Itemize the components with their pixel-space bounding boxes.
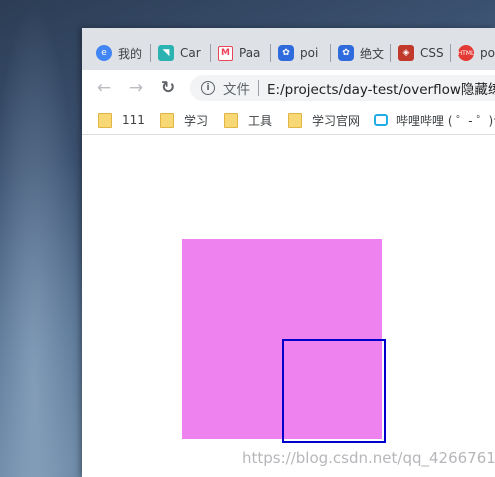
folder-icon xyxy=(98,112,112,128)
tab-label: 我的 xyxy=(118,46,142,61)
bilibili-icon xyxy=(374,114,388,126)
back-button[interactable]: ← xyxy=(94,78,114,98)
tab-label: CSS xyxy=(420,46,444,60)
m-logo-icon: M xyxy=(218,45,233,61)
bookmark-study-sites[interactable]: 学习官网 xyxy=(288,112,360,128)
inner-bordered-box xyxy=(282,339,386,443)
bookmark-label: 111 xyxy=(122,113,145,127)
baidu-paw-icon: ✿ xyxy=(338,45,354,61)
bookmark-label: 学习官网 xyxy=(312,113,361,128)
bookmark-tools[interactable]: 工具 xyxy=(224,112,272,128)
forward-button[interactable]: → xyxy=(126,78,146,98)
tab-5[interactable]: ✿ 绝文 xyxy=(338,40,384,66)
bookmark-111[interactable]: 111 xyxy=(98,112,145,128)
bookmark-label: 工具 xyxy=(248,113,273,128)
browser-window: e 我的 ◥ Car M Paa ✿ poi ✿ 绝文 ◈ CSS HTML p… xyxy=(82,28,495,477)
tab-label: po xyxy=(480,46,495,60)
tab-divider xyxy=(150,44,151,62)
tab-7[interactable]: HTML po xyxy=(458,40,495,66)
chrome-icon: e xyxy=(96,45,112,61)
tab-label: poi xyxy=(300,46,319,60)
tab-6[interactable]: ◈ CSS xyxy=(398,40,446,66)
tab-1[interactable]: e 我的 xyxy=(96,40,142,66)
folder-icon xyxy=(288,112,302,128)
tab-label: 绝文 xyxy=(360,46,384,61)
tab-divider xyxy=(450,44,451,62)
tab-divider xyxy=(390,44,391,62)
bookmark-bilibili[interactable]: 哔哩哔哩 ( ゜- ゜)つロ 干杯~-bilibili xyxy=(374,112,495,128)
tab-divider xyxy=(210,44,211,62)
watermark-text: https://blog.csdn.net/qq_42667613 xyxy=(242,449,495,467)
info-icon[interactable]: i xyxy=(201,81,215,95)
desktop-background xyxy=(0,0,84,477)
address-bar[interactable]: i 文件 E:/projects/day-test/overflow隐藏练习.h… xyxy=(190,75,495,101)
teal-leaf-icon: ◥ xyxy=(158,45,174,61)
bookmarks-bar: 111 学习 工具 学习官网 哔哩哔哩 ( ゜- ゜)つロ 干杯~-bilibi… xyxy=(82,106,495,135)
tab-4[interactable]: ✿ poi xyxy=(278,40,324,66)
toolbar: ← → ↻ i 文件 E:/projects/day-test/overflow… xyxy=(82,70,495,106)
bookmark-label: 学习 xyxy=(184,113,209,128)
css-shield-icon: ◈ xyxy=(398,45,414,61)
html-circle-icon: HTML xyxy=(458,45,474,61)
folder-icon xyxy=(160,112,174,128)
omnibox-divider xyxy=(258,80,259,96)
tab-divider xyxy=(330,44,331,62)
folder-icon xyxy=(224,112,238,128)
tab-label: Paa xyxy=(239,46,261,60)
baidu-paw-icon: ✿ xyxy=(278,45,294,61)
tab-strip: e 我的 ◥ Car M Paa ✿ poi ✿ 绝文 ◈ CSS HTML p… xyxy=(82,28,495,70)
reload-button[interactable]: ↻ xyxy=(158,78,178,98)
tab-divider xyxy=(270,44,271,62)
scheme-label: 文件 xyxy=(223,82,250,98)
tab-label: Car xyxy=(180,46,201,60)
bookmark-label: 哔哩哔哩 ( ゜- ゜)つロ 干杯~-bilibili xyxy=(396,113,495,128)
url-text[interactable]: E:/projects/day-test/overflow隐藏练习.html xyxy=(267,78,495,98)
tab-2[interactable]: ◥ Car xyxy=(158,40,202,66)
page-content: https://blog.csdn.net/qq_42667613 xyxy=(82,135,495,477)
bookmark-study[interactable]: 学习 xyxy=(160,112,208,128)
tab-3[interactable]: M Paa xyxy=(218,40,264,66)
